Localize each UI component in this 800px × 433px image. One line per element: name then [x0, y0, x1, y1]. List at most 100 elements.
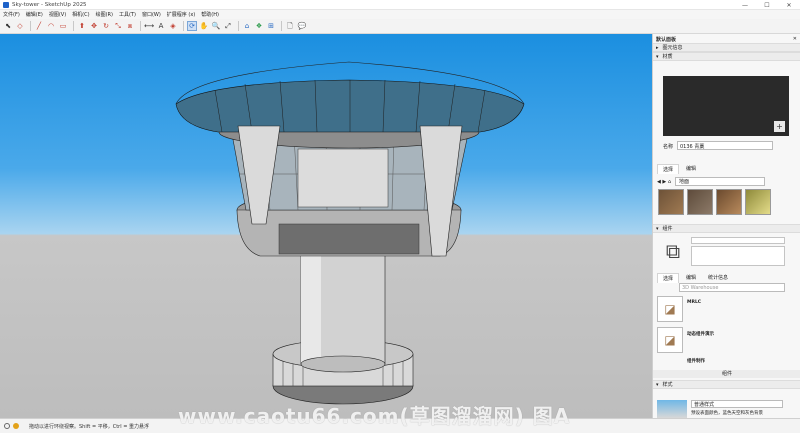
tab-statistics[interactable]: 统计信息 [703, 273, 733, 283]
tab-select[interactable]: 选择 [657, 164, 680, 174]
new-file-icon[interactable]: 🗋 [285, 21, 295, 31]
text-icon[interactable]: A [156, 21, 166, 31]
menu-camera[interactable]: 相机(C) [72, 11, 89, 18]
orbit-icon[interactable]: ⟳ [187, 21, 197, 31]
menu-help[interactable]: 帮助(H) [201, 11, 219, 18]
component-cubes-icon: ⧉ [665, 239, 681, 263]
material-swatch[interactable] [687, 189, 713, 215]
tray-title: 默认面板 [656, 37, 677, 43]
main-toolbar: ⬉ ◇ ╱ ◠ ▭ ⬆ ✥ ↻ ⤡ ⧈ ⟷ A ◈ ⟳ ✋ 🔍 ⤢ ⌂ ❖ ⊞ … [0, 19, 800, 34]
chevron-down-icon: ▾ [656, 381, 659, 388]
menu-edit[interactable]: 编辑(E) [26, 11, 43, 18]
arc-icon[interactable]: ◠ [46, 21, 56, 31]
rotate-icon[interactable]: ↻ [101, 21, 111, 31]
model-viewport[interactable] [0, 34, 652, 418]
window-title: Sky-tower - SketchUp 2025 [12, 1, 87, 8]
styles-label: 样式 [662, 382, 673, 388]
material-swatch[interactable] [658, 189, 684, 215]
warehouse-icon[interactable]: ⌂ [242, 21, 252, 31]
components-section[interactable]: ▾ 组件 [653, 224, 800, 233]
material-swatches [658, 189, 798, 215]
list-item[interactable]: 组件制作 [657, 358, 779, 368]
component-thumbnail-icon: ◪ [657, 327, 683, 353]
menu-tools[interactable]: 工具(T) [119, 11, 136, 18]
menu-bar: 文件(F) 编辑(E) 视图(V) 相机(C) 绘图(R) 工具(T) 窗口(W… [0, 10, 800, 19]
tab-edit[interactable]: 编辑 [681, 164, 701, 174]
maximize-button[interactable]: ☐ [756, 0, 778, 10]
component-tabs: 选择 编辑 统计信息 [653, 273, 800, 283]
pan-icon[interactable]: ✋ [199, 21, 209, 31]
credit-icon[interactable] [13, 423, 19, 429]
component-name-field[interactable] [691, 237, 785, 244]
component-label: 动态组件演示 [687, 332, 714, 337]
component-thumbnail-icon: ◪ [657, 296, 683, 322]
material-preview: + [663, 76, 789, 136]
entity-info-section[interactable]: ▸ 图元信息 [653, 43, 800, 52]
offset-icon[interactable]: ⧈ [125, 21, 135, 31]
tray-close-icon[interactable]: ✕ [793, 36, 797, 42]
status-hint: 拖动以进行环绕视察。Shift = 平移，Ctrl = 重力悬浮 [29, 423, 149, 430]
styles-section[interactable]: ▾ 样式 [653, 380, 800, 389]
add-material-icon[interactable]: + [774, 121, 785, 132]
move-icon[interactable]: ✥ [89, 21, 99, 31]
sketchup-logo-icon [3, 1, 9, 8]
menu-extensions[interactable]: 扩展程序 (x) [167, 11, 195, 18]
back-icon[interactable]: ◀ ▶ ⌂ [657, 179, 671, 185]
component-search-input[interactable]: 3D Warehouse [679, 283, 785, 292]
tab-select[interactable]: 选择 [657, 273, 680, 283]
material-collection-row: ◀ ▶ ⌂ 地面 [657, 177, 766, 186]
toolbar-separator [238, 21, 239, 31]
component-description-field[interactable] [691, 246, 785, 266]
material-tabs-area: 选择 编辑 [653, 164, 800, 174]
material-name-field[interactable]: 0136 青藁 [677, 141, 773, 150]
components-label: 组件 [662, 226, 673, 232]
eraser-icon[interactable]: ◇ [15, 21, 25, 31]
toolbar-separator [281, 21, 282, 31]
default-tray: 默认面板 ✕ ▸ 图元信息 ▾ 材质 + 名称 0136 青藁 选择 编辑 ◀ … [652, 34, 800, 418]
line-icon[interactable]: ╱ [34, 21, 44, 31]
component-label: MRLC [687, 300, 702, 305]
menu-file[interactable]: 文件(F) [3, 11, 20, 18]
layout-icon[interactable]: ⊞ [266, 21, 276, 31]
list-item[interactable]: ◪ MRLC [657, 296, 779, 324]
scale-icon[interactable]: ⤡ [113, 21, 123, 31]
push-pull-icon[interactable]: ⬆ [77, 21, 87, 31]
zoom-extents-icon[interactable]: ⤢ [223, 21, 233, 31]
material-collection-select[interactable]: 地面 [675, 177, 766, 186]
extension-icon[interactable]: ❖ [254, 21, 264, 31]
close-button[interactable]: ✕ [778, 0, 800, 10]
select-icon[interactable]: ⬉ [3, 21, 13, 31]
material-swatch[interactable] [716, 189, 742, 215]
paint-icon[interactable]: ◈ [168, 21, 178, 31]
tray-header: 默认面板 ✕ [653, 34, 800, 43]
toolbar-separator [30, 21, 31, 31]
window-controls: — ☐ ✕ [734, 0, 800, 10]
materials-section[interactable]: ▾ 材质 [653, 52, 800, 61]
chevron-down-icon: ▾ [656, 53, 659, 60]
chevron-right-icon: ▸ [656, 44, 659, 51]
entity-info-label: 图元信息 [662, 45, 683, 51]
rectangle-icon[interactable]: ▭ [58, 21, 68, 31]
toolbar-separator [73, 21, 74, 31]
info-icon[interactable] [4, 423, 10, 429]
tape-measure-icon[interactable]: ⟷ [144, 21, 154, 31]
menu-window[interactable]: 窗口(W) [142, 11, 161, 18]
style-thumbnail [657, 400, 687, 418]
component-tabs-area: 选择 编辑 统计信息 [653, 273, 800, 283]
style-name-field[interactable]: 普通样式 [691, 400, 783, 408]
tab-edit[interactable]: 编辑 [681, 273, 701, 283]
list-item[interactable]: ◪ 动态组件演示 [657, 327, 779, 355]
watermark-text: www.caotu66.com(草图溜溜网) 图A [178, 404, 571, 428]
toolbar-separator [140, 21, 141, 31]
menu-draw[interactable]: 绘图(R) [96, 11, 113, 18]
material-name-label: 名称 [663, 144, 674, 150]
tower-model [175, 61, 525, 405]
menu-view[interactable]: 视图(V) [49, 11, 66, 18]
toolbar-separator [183, 21, 184, 31]
zoom-icon[interactable]: 🔍 [211, 21, 221, 31]
chevron-down-icon: ▾ [656, 225, 659, 232]
component-label: 组件制作 [687, 359, 705, 364]
material-swatch[interactable] [745, 189, 771, 215]
minimize-button[interactable]: — [734, 0, 756, 10]
comment-icon[interactable]: 💬 [297, 21, 307, 31]
